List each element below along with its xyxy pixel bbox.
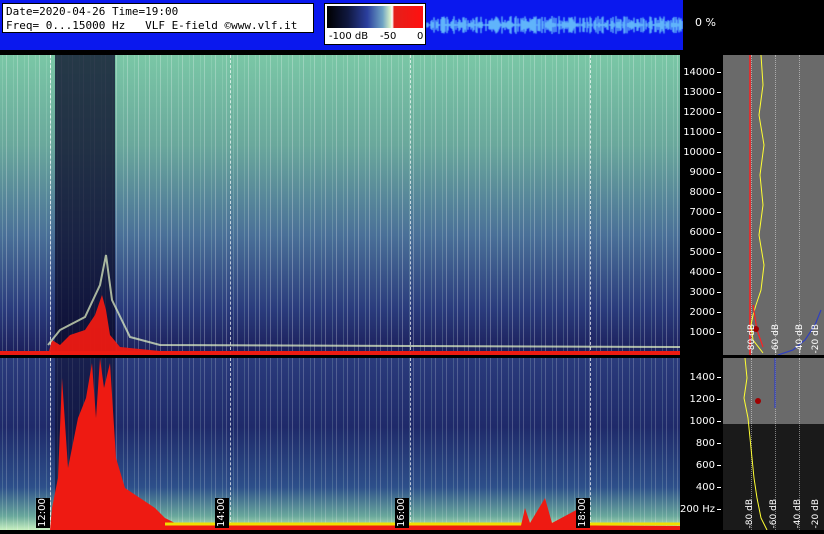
freq-tick: 400 [696,482,721,493]
freq-tick: 7000 [690,207,721,218]
freq-tick: 1200 [690,394,721,405]
spectrum-panel-lowband: -80 dB -60 dB -40 dB -20 dB [723,358,824,530]
time-label-1600: 16:00 [395,498,409,528]
info-box: Date=2020-04-26 Time=19:00 Freq= 0...150… [2,3,314,33]
db-label: -80 dB [745,498,755,528]
db-label: -40 dB [795,323,805,353]
color-scale-gradient [327,6,423,28]
freq-tick: 13000 [683,87,721,98]
waveform-display [421,5,683,45]
freq-axis-lowband: 1400 1200 1000 800 600 400 200 Hz [680,358,723,530]
info-freq-source: Freq= 0...15000 Hz VLF E-field ©www.vlf.… [6,19,298,32]
color-scale: -100 dB -50 0 [324,3,426,45]
freq-tick: 600 [696,460,721,471]
scale-label-max: 0 [417,31,424,42]
db-label: -60 dB [769,498,779,528]
spectrogram-wideband [0,55,680,355]
freq-tick: 4000 [690,267,721,278]
freq-tick: 3000 [690,287,721,298]
scale-label-min: -100 dB [329,31,369,42]
time-label-1400: 14:00 [215,498,229,528]
time-label-1200: 12:00 [36,498,50,528]
freq-tick: 1000 [690,416,721,427]
freq-tick: 10000 [683,147,721,158]
freq-tick: 12000 [683,107,721,118]
freq-tick: 1400 [690,372,721,383]
freq-tick: 6000 [690,227,721,238]
spectrum-traces-top [749,55,822,355]
freq-tick: 9000 [690,167,721,178]
spectrum-panel-wideband: -80 dB -60 dB -40 dB -20 dB [723,55,824,355]
freq-tick: 2000 [690,307,721,318]
spectrogram-lowband: 12:00 14:00 16:00 18:00 [0,358,680,530]
info-date-time: Date=2020-04-26 Time=19:00 [6,5,179,18]
freq-tick: 800 [696,438,721,449]
db-label: -20 dB [811,498,821,528]
scale-label-mid: -50 [380,31,397,42]
db-label: -80 dB [747,323,757,353]
freq-tick: 8000 [690,187,721,198]
freq-tick: 1000 [690,327,721,338]
freq-tick: 14000 [683,67,721,78]
freq-tick: 5000 [690,247,721,258]
db-label: -20 dB [811,323,821,353]
time-label-1800: 18:00 [576,498,590,528]
db-label: -60 dB [771,323,781,353]
freq-tick: 11000 [683,127,721,138]
percent-label: 0 % [695,16,716,29]
freq-axis-wideband: 14000 13000 12000 11000 10000 9000 8000 … [683,55,723,355]
top-burst-overlay [47,254,680,355]
freq-tick: 200 Hz [680,504,721,515]
db-label: -40 dB [793,498,803,528]
